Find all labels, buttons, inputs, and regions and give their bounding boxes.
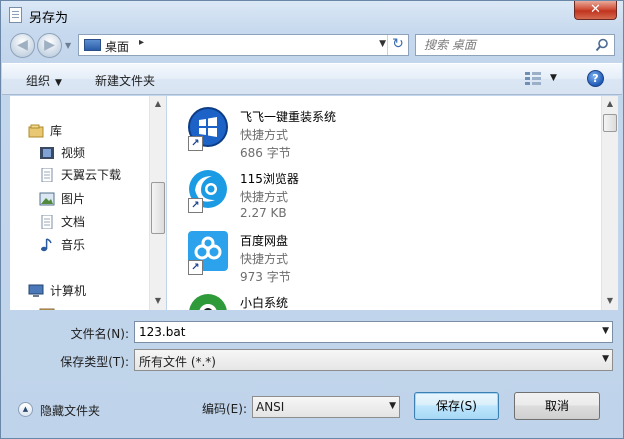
address-bar[interactable]: 桌面 ▸ ▼ ↻ — [78, 34, 409, 56]
chevron-up-icon: ▲ — [18, 402, 33, 417]
video-icon — [40, 147, 54, 159]
new-folder-button[interactable]: 新建文件夹 — [95, 72, 155, 89]
chevron-down-icon[interactable]: ▼ — [602, 326, 609, 336]
library-icon — [28, 124, 44, 138]
navigation-scrollbar[interactable]: ▲ ▼ — [149, 96, 166, 310]
filetype-value: 所有文件 (*.*) — [139, 355, 216, 369]
chevron-down-icon[interactable]: ▼ — [602, 354, 609, 364]
filename-field[interactable] — [139, 325, 579, 339]
scroll-down-icon[interactable]: ▼ — [602, 293, 618, 309]
command-toolbar: 组织 ▼ 新建文件夹 ▼ ? — [2, 63, 622, 95]
window-title: 另存为 — [29, 11, 69, 26]
sidebar-item-label: 天翼云下载 — [61, 168, 122, 182]
organize-label: 组织 — [26, 74, 51, 88]
hide-folders-label: 隐藏文件夹 — [40, 404, 101, 418]
file-name: 115浏览器 — [240, 172, 299, 186]
sidebar-item-label: 计算机 — [50, 284, 87, 298]
file-size: 686 字节 — [240, 146, 291, 160]
drive-icon — [39, 308, 55, 310]
list-item[interactable]: ↗ 飞飞一键重装系统 快捷方式 686 字节 — [187, 100, 587, 162]
filename-label: 文件名(N): — [70, 327, 129, 341]
file-size: 973 字节 — [240, 270, 291, 284]
browser-115-icon: ↗ — [187, 168, 229, 213]
list-item[interactable]: 小白系统 — [187, 286, 587, 310]
file-type: 快捷方式 — [240, 252, 289, 266]
refresh-button[interactable]: ↻ — [387, 35, 408, 55]
computer-icon — [28, 284, 44, 297]
baidu-netdisk-icon: ↗ — [187, 230, 229, 275]
encoding-label: 编码(E): — [202, 402, 247, 416]
file-type: 快捷方式 — [240, 190, 289, 204]
desktop-icon — [84, 39, 101, 51]
view-options-icon[interactable] — [524, 71, 542, 85]
save-as-dialog: 另存为 ✕ ◀ ▶ ▼ 桌面 ▸ ▼ ↻ 组织 ▼ 新建文件夹 ▼ ? — [0, 0, 624, 439]
address-dropdown-icon[interactable]: ▼ — [379, 39, 386, 49]
title-bar: 另存为 ✕ — [1, 1, 623, 29]
sidebar-item-label: 视频 — [61, 146, 86, 160]
sidebar-item-partial[interactable] — [39, 303, 129, 310]
address-location[interactable]: 桌面 — [105, 38, 129, 55]
back-arrow-icon: ◀ — [17, 37, 28, 53]
close-button[interactable]: ✕ — [574, 1, 617, 20]
sidebar-item-label: 文档 — [61, 215, 86, 229]
music-icon — [41, 238, 52, 252]
sidebar-item-label: 库 — [50, 124, 63, 138]
list-item[interactable]: ↗ 115浏览器 快捷方式 2.27 KB — [187, 162, 587, 224]
scroll-up-icon[interactable]: ▲ — [150, 96, 166, 112]
list-item[interactable]: ↗ 百度网盘 快捷方式 973 字节 — [187, 224, 587, 286]
file-name: 飞飞一键重装系统 — [240, 110, 337, 124]
search-icon[interactable] — [595, 38, 609, 52]
scroll-down-icon[interactable]: ▼ — [150, 293, 166, 309]
search-box[interactable] — [415, 34, 615, 56]
picture-icon — [39, 192, 55, 206]
shortcut-arrow-icon: ↗ — [188, 260, 203, 275]
file-size: 2.27 KB — [240, 206, 287, 220]
search-input[interactable] — [424, 38, 589, 52]
document-icon — [41, 168, 53, 182]
recent-locations-dropdown[interactable]: ▼ — [65, 41, 75, 51]
view-dropdown-icon[interactable]: ▼ — [550, 73, 557, 83]
navigation-pane[interactable]: 库 视频 天翼云下载 图片 文档 音乐 计算机 — [10, 96, 166, 310]
encoding-value: ANSI — [256, 400, 285, 414]
document-icon — [41, 215, 53, 229]
encoding-select[interactable]: ANSI ▼ — [252, 396, 400, 418]
sidebar-item-label: 图片 — [61, 192, 86, 206]
scrollbar-thumb[interactable] — [151, 182, 165, 234]
sidebar-item-label: 音乐 — [61, 238, 86, 252]
windows-logo-icon: ↗ — [187, 106, 229, 151]
notepad-document-icon — [9, 7, 22, 23]
scrollbar-thumb[interactable] — [603, 114, 617, 132]
scroll-up-icon[interactable]: ▲ — [602, 96, 618, 112]
help-button[interactable]: ? — [587, 70, 604, 87]
forward-button[interactable]: ▶ — [37, 33, 62, 58]
filetype-select[interactable]: 所有文件 (*.*) ▼ — [134, 349, 613, 371]
file-list[interactable]: ↗ 飞飞一键重装系统 快捷方式 686 字节 ↗ 115浏览器 快捷方式 2.2… — [167, 96, 601, 310]
filename-combobox[interactable]: ▼ — [134, 321, 613, 343]
chevron-down-icon[interactable]: ▼ — [389, 401, 396, 411]
filetype-label: 保存类型(T): — [60, 355, 129, 369]
shortcut-arrow-icon: ↗ — [188, 136, 203, 151]
file-list-scrollbar[interactable]: ▲ ▼ — [601, 96, 618, 310]
breadcrumb-separator-icon[interactable]: ▸ — [139, 37, 144, 48]
file-type: 快捷方式 — [240, 128, 289, 142]
organize-button[interactable]: 组织 ▼ — [26, 72, 62, 89]
file-name: 小白系统 — [240, 296, 289, 310]
forward-arrow-icon: ▶ — [44, 37, 55, 53]
chevron-down-icon: ▼ — [55, 78, 62, 88]
shortcut-arrow-icon: ↗ — [188, 198, 203, 213]
xiaobai-icon — [187, 292, 229, 310]
back-button[interactable]: ◀ — [10, 33, 35, 58]
file-name: 百度网盘 — [240, 234, 289, 248]
cancel-button[interactable]: 取消 — [514, 392, 600, 420]
save-button[interactable]: 保存(S) — [414, 392, 499, 420]
